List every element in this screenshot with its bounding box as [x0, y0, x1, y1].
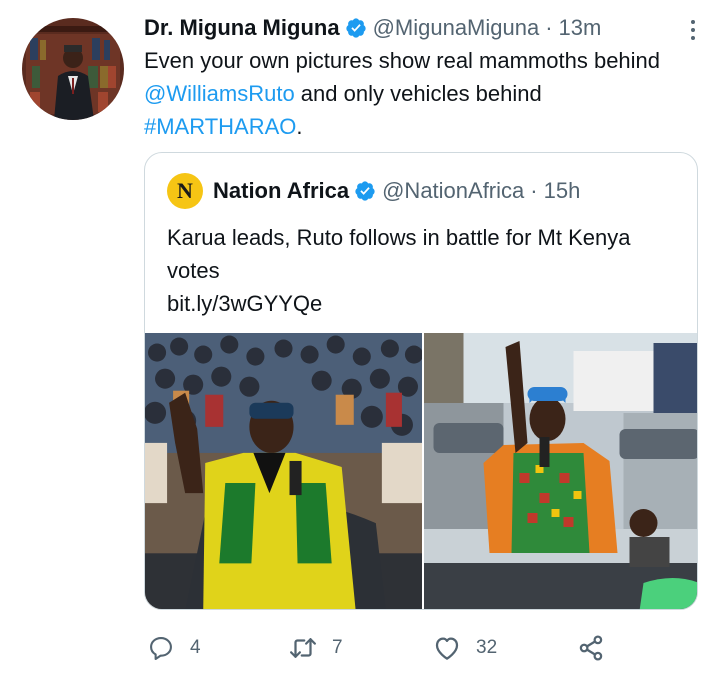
author-name[interactable]: Dr. Miguna Miguna [144, 15, 340, 41]
separator-dot: · [530, 178, 538, 203]
heart-icon [432, 633, 462, 663]
tweet-line-1: Even your own pictures show real mammoth… [144, 48, 661, 73]
reply-count: 4 [190, 637, 201, 658]
share-button[interactable] [576, 630, 606, 666]
quoted-author-handle[interactable]: @NationAfrica [382, 178, 524, 204]
nation-africa-logo: N [167, 173, 203, 209]
tweet-text: Even your own pictures show real mammoth… [144, 44, 704, 143]
quoted-header: N Nation Africa @NationAfrica · 15h [167, 173, 580, 209]
hashtag-link[interactable]: #MARTHARAO [144, 114, 296, 139]
tweet-period: . [296, 114, 303, 139]
verified-badge-icon [354, 180, 376, 202]
share-icon [576, 633, 606, 663]
avatar[interactable] [22, 18, 124, 120]
tweet-line-2-text: and only vehicles behind [294, 81, 542, 106]
quoted-author-name[interactable]: Nation Africa [213, 178, 349, 204]
media-image-karua[interactable] [422, 333, 697, 609]
verified-badge-icon [345, 17, 367, 39]
quoted-media[interactable] [145, 333, 697, 609]
tweet-line-2: @WilliamsRuto and only vehicles behind [144, 77, 704, 110]
retweet-button[interactable]: 7 [288, 630, 343, 666]
like-count: 32 [476, 637, 498, 658]
action-bar: 4 7 32 [146, 630, 616, 666]
quoted-link[interactable]: bit.ly/3wGYYQe [167, 287, 677, 320]
like-button[interactable]: 32 [432, 630, 497, 666]
tweet-timestamp[interactable]: 13m [559, 15, 602, 41]
avatar-photo [22, 18, 124, 120]
tweet-header: Dr. Miguna Miguna @MigunaMiguna · 13m [144, 13, 699, 43]
retweet-icon [288, 633, 318, 663]
reply-icon [146, 633, 176, 663]
tweet-line-3: #MARTHARAO. [144, 110, 704, 143]
quoted-timestamp[interactable]: 15h [544, 178, 581, 204]
quoted-body: Karua leads, Ruto follows in battle for … [167, 225, 631, 283]
more-dots-icon[interactable] [681, 16, 705, 44]
mention-link[interactable]: @WilliamsRuto [144, 81, 295, 106]
media-image-ruto[interactable] [145, 333, 422, 609]
reply-button[interactable]: 4 [146, 630, 201, 666]
separator-dot: · [545, 15, 553, 40]
quoted-tweet[interactable]: N Nation Africa @NationAfrica · 15h Karu… [144, 152, 698, 610]
author-handle[interactable]: @MigunaMiguna [373, 15, 540, 41]
quoted-text: Karua leads, Ruto follows in battle for … [167, 221, 677, 320]
retweet-count: 7 [332, 637, 343, 658]
